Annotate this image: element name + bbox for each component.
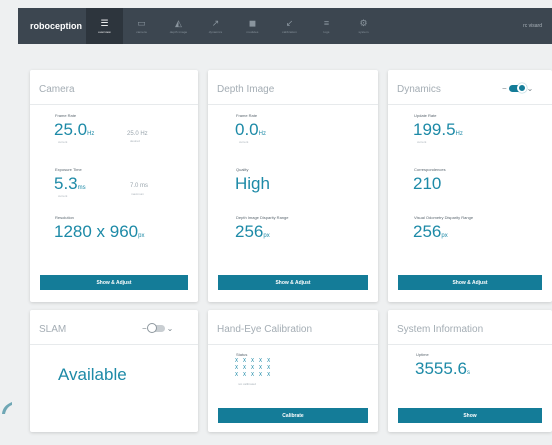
system-show-button[interactable]: Show [398, 408, 542, 423]
divider [30, 104, 198, 105]
nav-item-label: modules [246, 30, 259, 34]
depth-card-title: Depth Image [217, 84, 275, 95]
slam-toggle[interactable]: − ⌄ [142, 323, 174, 333]
depth-frame-rate-sub: current [239, 140, 249, 144]
camera-card-title: Camera [39, 84, 75, 95]
dynamics-card: Dynamics − ⌄ Update Rate 199.5Hz current… [388, 70, 552, 302]
nav-item-camera[interactable]: ▭ camera [123, 8, 160, 44]
vo-disparity-label: Visual Odometry Disparity Range [414, 215, 474, 220]
frame-rate-target-sub: desired [130, 139, 140, 143]
nav-item-overview[interactable]: ☰ overview [86, 8, 123, 44]
list-icon: ☰ [100, 18, 109, 28]
update-rate-value: 199.5Hz [413, 120, 463, 139]
camera-show-adjust-button[interactable]: Show & Adjust [40, 275, 188, 290]
divider [208, 344, 378, 345]
toggle-knob [146, 323, 157, 333]
toggle-track [146, 323, 165, 333]
nav-item-system[interactable]: ⚙ system [345, 8, 382, 44]
calibration-icon: ↙ [285, 18, 294, 28]
depth-frame-rate-value: 0.0Hz [235, 120, 266, 139]
exposure-sub: current [58, 194, 68, 198]
uptime-value: 3555.6s [415, 359, 470, 378]
resolution-label: Resolution [55, 215, 74, 220]
dynamics-show-adjust-button[interactable]: Show & Adjust [398, 275, 542, 290]
system-icon: ⚙ [359, 18, 368, 28]
uptime-label: Uptime [416, 352, 429, 357]
system-card-title: System Information [397, 324, 484, 335]
depth-show-adjust-button[interactable]: Show & Adjust [218, 275, 368, 290]
depth-frame-rate-label: Frame Rate [236, 113, 258, 118]
nav-item-calibration[interactable]: ↙ calibration [271, 8, 308, 44]
chevron-down-icon: ⌄ [166, 324, 174, 333]
pattern-row: X X X X X [235, 358, 272, 364]
depth-image-card: Depth Image Frame Rate 0.0Hz current Qua… [208, 70, 378, 302]
nav-item-dynamics[interactable]: ↗ dynamics [197, 8, 234, 44]
disparity-value: 256px [235, 222, 270, 241]
divider [30, 344, 198, 345]
exposure-value: 5.3ms [54, 174, 86, 193]
minus-icon: − [142, 324, 147, 333]
nav-item-label: logs [323, 30, 330, 34]
nav-item-label: overview [98, 30, 111, 34]
dynamics-card-title: Dynamics [397, 84, 441, 95]
hand-eye-status-label: Status [236, 352, 248, 357]
nav-item-label: camera [136, 30, 147, 34]
pattern-row: X X X X X [235, 372, 272, 378]
quality-label: Quality [236, 167, 249, 172]
resolution-value: 1280 x 960px [54, 222, 145, 241]
exposure-max: 7.0 ms [130, 183, 149, 189]
dynamics-toggle[interactable]: − ⌄ [502, 83, 534, 93]
slam-status: Available [58, 365, 127, 384]
nav-item-label: system [358, 30, 369, 34]
depth-icon: ◭ [175, 18, 182, 28]
divider [388, 344, 552, 345]
corner-logo-icon [2, 402, 12, 414]
slam-card-title: SLAM [39, 324, 67, 335]
dynamics-icon: ↗ [211, 18, 220, 28]
hand-eye-status-sub: not calibrated [238, 382, 257, 386]
toggle-knob [516, 83, 527, 93]
correspondences-value: 210 [413, 174, 442, 193]
nav-item-label: depth image [169, 30, 188, 34]
system-information-card: System Information Uptime 3555.6s Show [388, 310, 552, 432]
nav-item-modules[interactable]: ◼ modules [234, 8, 271, 44]
calibrate-button[interactable]: Calibrate [218, 408, 368, 423]
brand-logo[interactable]: roboception [18, 21, 86, 31]
update-rate-label: Update Rate [414, 113, 437, 118]
frame-rate-label: Frame Rate [55, 113, 77, 118]
disparity-label: Depth Image Disparity Range [236, 215, 289, 220]
camera-icon: ▭ [137, 18, 146, 28]
nav-item-depth-image[interactable]: ◭ depth image [160, 8, 197, 44]
frame-rate-value: 25.0Hz [54, 120, 95, 139]
nav-item-label: calibration [282, 30, 297, 34]
exposure-max-sub: maximum [131, 192, 145, 196]
top-navigation-bar: roboception ☰ overview ▭ camera ◭ depth image… [18, 8, 552, 44]
correspondences-label: Correspondences [414, 167, 446, 172]
chevron-down-icon: ⌄ [526, 84, 534, 93]
camera-card: Camera Frame Rate 25.0Hz current 25.0 Hz… [30, 70, 198, 302]
hand-eye-card-title: Hand-Eye Calibration [217, 324, 313, 335]
divider [388, 104, 552, 105]
hand-eye-calibration-card: Hand-Eye Calibration Status X X X X X X … [208, 310, 378, 432]
logs-icon: ≡ [323, 18, 330, 28]
main-nav: ☰ overview ▭ camera ◭ depth image ↗ dynamics ◼ mo… [86, 8, 382, 44]
nav-item-logs[interactable]: ≡ logs [308, 8, 345, 44]
divider [208, 104, 378, 105]
quality-value: High [235, 174, 270, 193]
toggle-track [508, 83, 527, 93]
update-rate-sub: current [417, 140, 427, 144]
minus-icon: − [502, 84, 507, 93]
frame-rate-target: 25.0 Hz [127, 131, 148, 137]
exposure-label: Exposure Time [55, 167, 82, 172]
frame-rate-sub: current [58, 140, 68, 144]
device-status: rc visard [523, 23, 542, 29]
vo-disparity-value: 256px [413, 222, 448, 241]
nav-item-label: dynamics [208, 30, 223, 34]
slam-card: SLAM − ⌄ Available [30, 310, 198, 432]
modules-icon: ◼ [248, 18, 257, 28]
calibration-pattern: X X X X X X X X X X X X X X X [235, 358, 271, 379]
pattern-row: X X X X X [235, 365, 272, 371]
